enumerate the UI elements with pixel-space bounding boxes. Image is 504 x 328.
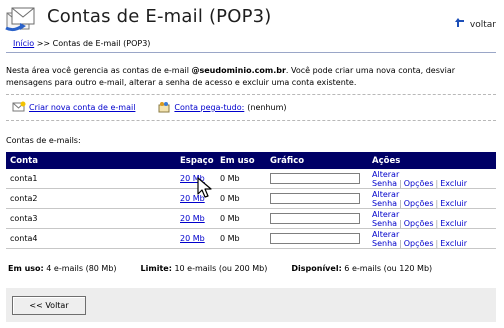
create-account-action[interactable]: Criar nova conta de e-mail [12,101,135,115]
change-password-link[interactable]: Alterar Senha [372,230,399,248]
column-header-account: Conta [6,152,176,169]
summary-limit-value: 10 e-mails (ou 200 Mb) [171,264,268,273]
intro-line2: mensagens para outro e-mail, alterar a s… [6,78,357,87]
create-account-link[interactable]: Criar nova conta de e-mail [29,103,135,112]
action-separator: | [399,238,402,248]
usage-bar [270,193,360,204]
row-actions: Alterar Senha | Opções | Excluir [368,188,496,209]
mouse-pointer-icon [197,177,213,199]
page-header: Contas de E-mail (POP3) voltar [0,0,504,37]
options-link[interactable]: Opções [404,199,434,208]
usage-chart-cell [266,208,368,229]
new-mail-icon [12,101,26,115]
usage-chart-cell [266,169,368,189]
actions-bar: Criar nova conta de e-mail Conta pega-tu… [6,94,496,121]
summary-available: Disponível: 6 e-mails (ou 120 Mb) [291,264,432,273]
options-link[interactable]: Opções [404,179,434,188]
usage-bar [270,173,360,184]
summary-limit-label: Limite: [140,264,172,273]
return-arrow-icon [454,17,467,32]
catchall-link[interactable]: Conta pega-tudo: [174,103,244,112]
account-name: conta1 [6,169,176,189]
used-value: 0 Mb [216,188,266,209]
used-value: 0 Mb [216,169,266,189]
delete-link[interactable]: Excluir [440,199,467,208]
footer-bar: << Voltar [6,288,496,322]
summary-available-label: Disponível: [291,264,342,273]
summary-in-use: Em uso: 4 e-mails (80 Mb) [8,264,117,273]
row-actions: Alterar Senha | Opções | Excluir [368,228,496,249]
space-link-label[interactable]: 20 Mb [180,214,205,223]
catchall-value: (nenhum) [247,103,287,112]
accounts-table: Conta Espaço Em uso Gráfico Ações conta1… [6,152,496,249]
row-actions: Alterar Senha | Opções | Excluir [368,169,496,189]
usage-bar [270,213,360,224]
usage-bar [270,233,360,244]
accounts-list-title: Contas de e-mails: [6,136,81,145]
account-name: conta3 [6,208,176,229]
intro-text: Nesta área você gerencia as contas de e-… [6,65,496,89]
summary-limit: Limite: 10 e-mails (ou 200 Mb) [141,264,268,273]
catchall-action[interactable]: Conta pega-tudo: (nenhum) [157,101,287,115]
intro-line1-b: . Você pode criar uma nova conta, desvia… [285,66,456,75]
usage-chart-cell [266,188,368,209]
used-value: 0 Mb [216,208,266,229]
options-link[interactable]: Opções [404,239,434,248]
summary-available-value: 6 e-mails (ou 120 Mb) [341,264,433,273]
column-header-chart: Gráfico [266,152,368,169]
mail-accounts-icon [4,4,36,34]
row-actions: Alterar Senha | Opções | Excluir [368,208,496,229]
options-link[interactable]: Opções [404,219,434,228]
column-header-space: Espaço [176,152,216,169]
usage-summary: Em uso: 4 e-mails (80 Mb) Limite: 10 e-m… [8,264,498,273]
delete-link[interactable]: Excluir [440,219,467,228]
account-name: conta4 [6,228,176,249]
breadcrumb: Início >> Contas de E-mail (POP3) [6,39,496,53]
intro-domain: @seudominio.com.br [191,66,286,75]
column-header-actions: Ações [368,152,496,169]
breadcrumb-current: Contas de E-mail (POP3) [52,39,151,48]
page-title: Contas de E-mail (POP3) [47,6,272,27]
summary-in-use-label: Em uso: [8,264,44,273]
action-separator: | [399,198,402,208]
table-row: conta1 20 Mb 0 Mb Alterar Senha | Opções | E… [6,169,496,189]
used-value: 0 Mb [216,228,266,249]
action-separator: | [399,178,402,188]
intro-line1-a: Nesta área você gerencia as contas de e-… [6,66,192,75]
usage-chart-cell [266,228,368,249]
space-link[interactable]: 20 Mb [176,228,216,249]
back-link[interactable]: voltar [454,17,496,32]
column-header-used: Em uso [216,152,266,169]
table-row: conta4 20 Mb 0 Mb Alterar Senha | Opções | E… [6,228,496,249]
table-row: conta2 20 Mb 0 Mb Alterar Senha | Opções | E… [6,188,496,209]
breadcrumb-separator: >> [34,39,53,48]
back-link-label[interactable]: voltar [470,20,496,30]
change-password-link[interactable]: Alterar Senha [372,170,399,188]
account-name: conta2 [6,188,176,209]
change-password-link[interactable]: Alterar Senha [372,210,399,228]
back-button[interactable]: << Voltar [12,296,86,315]
breadcrumb-home-link[interactable]: Início [13,39,34,48]
space-link-label[interactable]: 20 Mb [180,234,205,243]
delete-link[interactable]: Excluir [440,179,467,188]
table-row: conta3 20 Mb 0 Mb Alterar Senha | Opções | E… [6,208,496,229]
space-link[interactable]: 20 Mb [176,208,216,229]
table-header-row: Conta Espaço Em uso Gráfico Ações [6,152,496,169]
action-separator: | [399,218,402,228]
catchall-icon [157,101,171,115]
summary-in-use-value: 4 e-mails (80 Mb) [43,264,117,273]
delete-link[interactable]: Excluir [440,239,467,248]
change-password-link[interactable]: Alterar Senha [372,190,399,208]
